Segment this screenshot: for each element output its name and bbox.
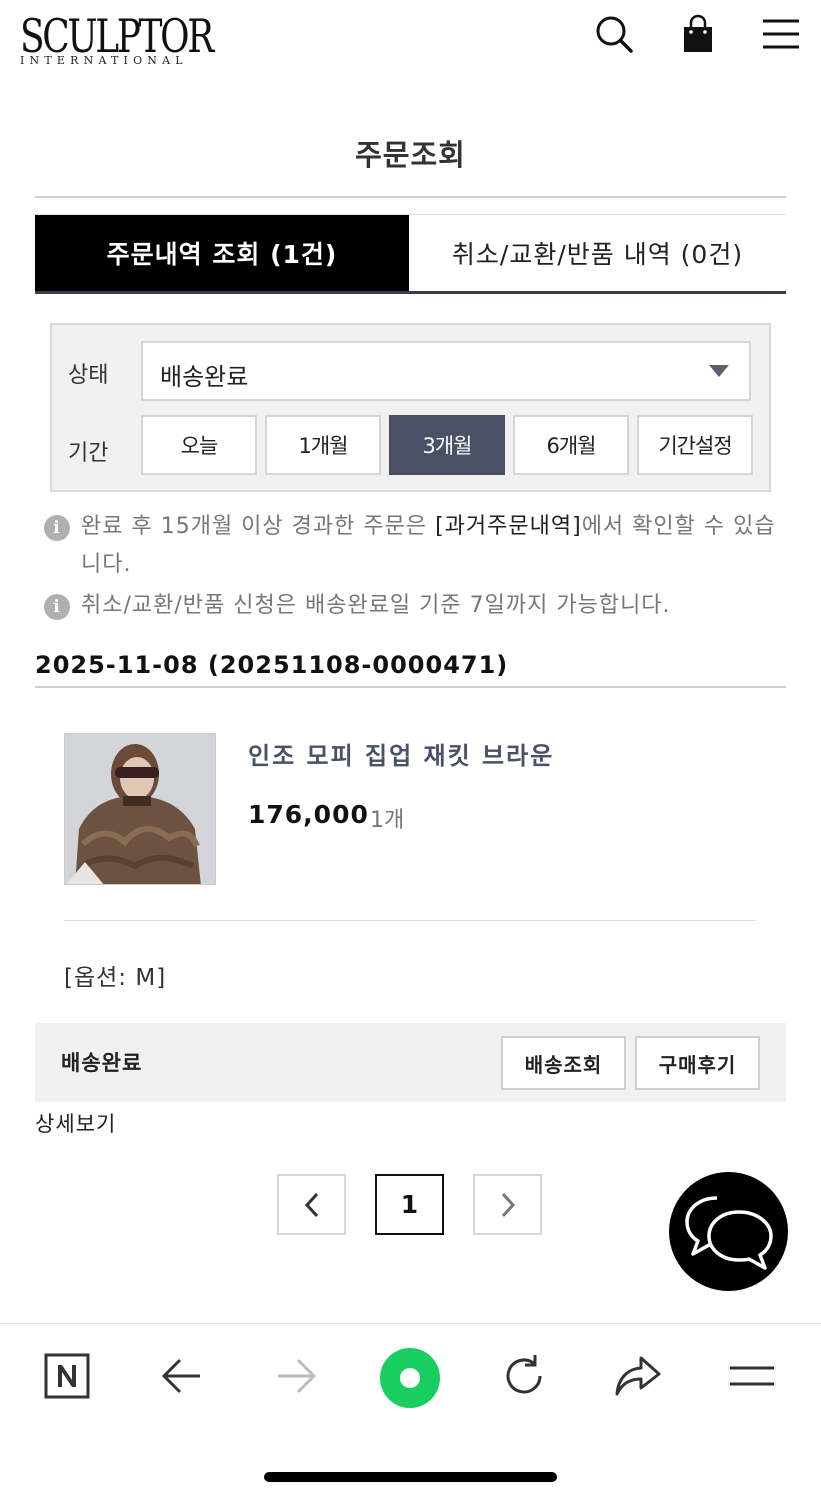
prev-page-button[interactable] [277,1174,346,1235]
chat-button[interactable] [669,1172,788,1291]
status-select[interactable]: 배송완료 [141,341,751,401]
divider [35,686,786,688]
refresh-icon[interactable] [494,1346,554,1406]
period-label: 기간 [68,441,109,466]
write-review-button[interactable]: 구매후기 [635,1036,760,1090]
product-thumbnail[interactable] [64,733,216,885]
tab-cancel-exchange-return[interactable]: 취소/교환/반품 내역 (0건) [409,215,786,291]
chevron-left-icon [304,1192,318,1217]
chat-bubbles-icon [684,1195,773,1270]
product-name[interactable]: 인조 모피 집업 재킷 브라운 [248,736,554,771]
track-delivery-button[interactable]: 배송조회 [501,1036,626,1090]
info-note-text: 완료 후 15개월 이상 경과한 주문은 [과거주문내역]에서 확인할 수 있습… [81,508,784,584]
chevron-right-icon [501,1192,515,1217]
period-3month-button[interactable]: 3개월 [389,415,505,475]
period-today-button[interactable]: 오늘 [141,415,257,475]
order-status-bar: 배송완료 배송조회 구매후기 [35,1023,786,1102]
product-option: [옵션: M] [64,965,167,991]
order-detail-link[interactable]: 상세보기 [35,1108,116,1138]
period-custom-button[interactable]: 기간설정 [637,415,753,475]
order-date-header: 2025-11-08 (20251108-0000471) [35,651,509,679]
info-icon: i [44,515,70,541]
bag-icon[interactable] [676,12,720,56]
tab-order-history[interactable]: 주문내역 조회 (1건) [35,215,409,291]
page-title: 주문조회 [355,138,466,172]
naver-icon[interactable] [37,1346,97,1406]
info-note-past-orders: i 완료 후 15개월 이상 경과한 주문은 [과거주문내역]에서 확인할 수 … [44,508,784,584]
next-page-button[interactable] [473,1174,542,1235]
info-icon: i [44,594,70,620]
note-text-1: 완료 후 15개월 이상 경과한 주문은 [81,514,436,539]
divider [64,920,756,921]
share-icon[interactable] [608,1346,668,1406]
past-orders-link[interactable]: [과거주문내역] [435,514,582,539]
order-status: 배송완료 [61,1051,143,1075]
divider [35,196,786,198]
order-tabs: 주문내역 조회 (1건) 취소/교환/반품 내역 (0건) [35,214,786,294]
site-header: SCULPTOR INTERNATIONAL [0,0,821,90]
green-dot-icon[interactable] [378,1346,442,1410]
product-price: 176,000 [248,800,369,829]
chevron-down-icon [709,365,729,377]
logo-wordmark: SCULPTOR [20,9,214,63]
menu-icon[interactable] [722,1346,782,1406]
menu-icon[interactable] [759,12,803,56]
site-logo[interactable]: SCULPTOR INTERNATIONAL [20,9,214,67]
period-1month-button[interactable]: 1개월 [265,415,381,475]
info-note-cancel-policy: i 취소/교환/반품 신청은 배송완료일 기준 7일까지 가능합니다. [44,587,784,625]
product-quantity: 1개 [370,808,405,833]
filter-panel: 상태 배송완료 기간 오늘 1개월 3개월 6개월 기간설정 [50,323,771,492]
status-select-value: 배송완료 [160,363,249,391]
forward-icon[interactable] [266,1346,326,1406]
page-number-current[interactable]: 1 [375,1174,444,1235]
info-note-text: 취소/교환/반품 신청은 배송완료일 기준 7일까지 가능합니다. [81,593,671,618]
search-icon[interactable] [592,12,636,56]
status-label: 상태 [68,363,109,388]
period-6month-button[interactable]: 6개월 [513,415,629,475]
back-icon[interactable] [152,1346,212,1406]
home-indicator [264,1472,557,1482]
